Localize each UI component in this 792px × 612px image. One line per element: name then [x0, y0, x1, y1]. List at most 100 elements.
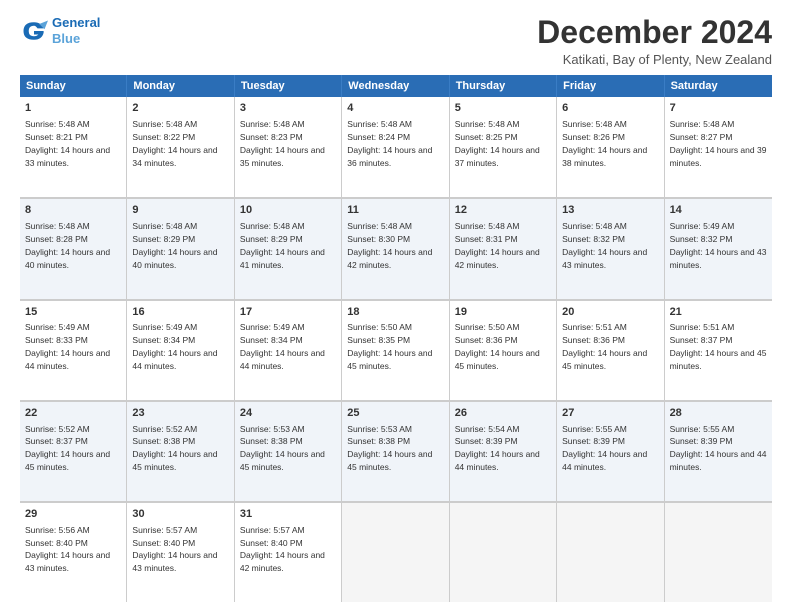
day-number: 10: [240, 203, 336, 218]
day-header-saturday: Saturday: [665, 75, 772, 97]
cell-text: Sunrise: 5:48 AMSunset: 8:28 PMDaylight:…: [25, 221, 110, 270]
cell-text: Sunrise: 5:48 AMSunset: 8:23 PMDaylight:…: [240, 119, 325, 168]
day-number: 1: [25, 101, 121, 116]
logo: General Blue: [20, 15, 100, 46]
calendar-cell: 1 Sunrise: 5:48 AMSunset: 8:21 PMDaylight…: [20, 97, 127, 197]
day-number: 25: [347, 406, 443, 421]
calendar-cell: 18Sunrise: 5:50 AMSunset: 8:35 PMDayligh…: [342, 300, 449, 400]
day-number: 8: [25, 203, 121, 218]
calendar-cell: 29 Sunrise: 5:56 AMSunset: 8:40 PMDayligh…: [20, 502, 127, 602]
calendar-cell: 30 Sunrise: 5:57 AMSunset: 8:40 PMDayligh…: [127, 502, 234, 602]
calendar-cell: 19 Sunrise: 5:50 AMSunset: 8:36 PMDayligh…: [450, 300, 557, 400]
calendar-cell: 20Sunrise: 5:51 AMSunset: 8:36 PMDayligh…: [557, 300, 664, 400]
cell-text: Sunrise: 5:48 AMSunset: 8:21 PMDaylight:…: [25, 119, 110, 168]
day-number: 3: [240, 101, 336, 116]
day-number: 14: [670, 203, 767, 218]
day-number: 23: [132, 406, 228, 421]
day-number: 12: [455, 203, 551, 218]
cell-text: Sunrise: 5:48 AMSunset: 8:27 PMDaylight:…: [670, 119, 767, 168]
calendar-week-5: 29 Sunrise: 5:56 AMSunset: 8:40 PMDayligh…: [20, 502, 772, 602]
calendar-cell: 14 Sunrise: 5:49 AMSunset: 8:32 PMDayligh…: [665, 198, 772, 298]
day-number: 13: [562, 203, 658, 218]
day-header-wednesday: Wednesday: [342, 75, 449, 97]
header: General Blue December 2024 Katikati, Bay…: [20, 15, 772, 67]
cell-text: Sunrise: 5:54 AMSunset: 8:39 PMDaylight:…: [455, 424, 540, 473]
calendar: SundayMondayTuesdayWednesdayThursdayFrid…: [20, 75, 772, 602]
day-number: 9: [132, 203, 228, 218]
cell-text: Sunrise: 5:57 AMSunset: 8:40 PMDaylight:…: [240, 525, 325, 574]
cell-text: Sunrise: 5:49 AMSunset: 8:34 PMDaylight:…: [240, 322, 325, 371]
calendar-cell: 27Sunrise: 5:55 AMSunset: 8:39 PMDayligh…: [557, 401, 664, 501]
day-header-friday: Friday: [557, 75, 664, 97]
calendar-cell: [665, 502, 772, 602]
cell-text: Sunrise: 5:56 AMSunset: 8:40 PMDaylight:…: [25, 525, 110, 574]
day-number: 21: [670, 305, 767, 320]
subtitle: Katikati, Bay of Plenty, New Zealand: [537, 52, 772, 67]
day-number: 7: [670, 101, 767, 116]
day-number: 26: [455, 406, 551, 421]
cell-text: Sunrise: 5:49 AMSunset: 8:32 PMDaylight:…: [670, 221, 767, 270]
cell-text: Sunrise: 5:48 AMSunset: 8:29 PMDaylight:…: [132, 221, 217, 270]
main-title: December 2024: [537, 15, 772, 50]
calendar-cell: 12 Sunrise: 5:48 AMSunset: 8:31 PMDayligh…: [450, 198, 557, 298]
day-number: 22: [25, 406, 121, 421]
day-header-thursday: Thursday: [450, 75, 557, 97]
logo-text: General Blue: [52, 15, 100, 46]
calendar-cell: 21Sunrise: 5:51 AMSunset: 8:37 PMDayligh…: [665, 300, 772, 400]
cell-text: Sunrise: 5:48 AMSunset: 8:32 PMDaylight:…: [562, 221, 647, 270]
calendar-cell: 10 Sunrise: 5:48 AMSunset: 8:29 PMDayligh…: [235, 198, 342, 298]
calendar-cell: 6Sunrise: 5:48 AMSunset: 8:26 PMDaylight…: [557, 97, 664, 197]
calendar-cell: 5 Sunrise: 5:48 AMSunset: 8:25 PMDaylight…: [450, 97, 557, 197]
cell-text: Sunrise: 5:48 AMSunset: 8:29 PMDaylight:…: [240, 221, 325, 270]
cell-text: Sunrise: 5:48 AMSunset: 8:26 PMDaylight:…: [562, 119, 647, 168]
cell-text: Sunrise: 5:52 AMSunset: 8:37 PMDaylight:…: [25, 424, 110, 473]
calendar-cell: 31 Sunrise: 5:57 AMSunset: 8:40 PMDayligh…: [235, 502, 342, 602]
calendar-cell: [450, 502, 557, 602]
calendar-cell: 17 Sunrise: 5:49 AMSunset: 8:34 PMDayligh…: [235, 300, 342, 400]
cell-text: Sunrise: 5:49 AMSunset: 8:34 PMDaylight:…: [132, 322, 217, 371]
cell-text: Sunrise: 5:48 AMSunset: 8:24 PMDaylight:…: [347, 119, 432, 168]
cell-text: Sunrise: 5:55 AMSunset: 8:39 PMDaylight:…: [670, 424, 767, 473]
calendar-cell: 3 Sunrise: 5:48 AMSunset: 8:23 PMDaylight…: [235, 97, 342, 197]
day-number: 29: [25, 507, 121, 522]
day-number: 28: [670, 406, 767, 421]
calendar-cell: [557, 502, 664, 602]
day-number: 17: [240, 305, 336, 320]
day-number: 15: [25, 305, 121, 320]
cell-text: Sunrise: 5:50 AMSunset: 8:36 PMDaylight:…: [455, 322, 540, 371]
cell-text: Sunrise: 5:50 AMSunset: 8:35 PMDaylight:…: [347, 322, 432, 371]
day-number: 30: [132, 507, 228, 522]
calendar-week-3: 15Sunrise: 5:49 AMSunset: 8:33 PMDayligh…: [20, 300, 772, 401]
calendar-cell: 2 Sunrise: 5:48 AMSunset: 8:22 PMDaylight…: [127, 97, 234, 197]
day-header-tuesday: Tuesday: [235, 75, 342, 97]
calendar-cell: 13 Sunrise: 5:48 AMSunset: 8:32 PMDayligh…: [557, 198, 664, 298]
calendar-week-4: 22 Sunrise: 5:52 AMSunset: 8:37 PMDayligh…: [20, 401, 772, 502]
day-number: 24: [240, 406, 336, 421]
cell-text: Sunrise: 5:57 AMSunset: 8:40 PMDaylight:…: [132, 525, 217, 574]
calendar-week-2: 8 Sunrise: 5:48 AMSunset: 8:28 PMDaylight…: [20, 198, 772, 299]
day-number: 4: [347, 101, 443, 116]
calendar-week-1: 1 Sunrise: 5:48 AMSunset: 8:21 PMDaylight…: [20, 97, 772, 198]
day-number: 31: [240, 507, 336, 522]
logo-icon: [20, 17, 48, 45]
day-number: 5: [455, 101, 551, 116]
cell-text: Sunrise: 5:48 AMSunset: 8:31 PMDaylight:…: [455, 221, 540, 270]
cell-text: Sunrise: 5:55 AMSunset: 8:39 PMDaylight:…: [562, 424, 647, 473]
day-number: 19: [455, 305, 551, 320]
calendar-cell: 26 Sunrise: 5:54 AMSunset: 8:39 PMDayligh…: [450, 401, 557, 501]
cell-text: Sunrise: 5:48 AMSunset: 8:22 PMDaylight:…: [132, 119, 217, 168]
calendar-cell: 23 Sunrise: 5:52 AMSunset: 8:38 PMDayligh…: [127, 401, 234, 501]
day-header-sunday: Sunday: [20, 75, 127, 97]
cell-text: Sunrise: 5:51 AMSunset: 8:36 PMDaylight:…: [562, 322, 647, 371]
calendar-body: 1 Sunrise: 5:48 AMSunset: 8:21 PMDaylight…: [20, 97, 772, 602]
calendar-cell: [342, 502, 449, 602]
day-number: 2: [132, 101, 228, 116]
calendar-cell: 25 Sunrise: 5:53 AMSunset: 8:38 PMDayligh…: [342, 401, 449, 501]
cell-text: Sunrise: 5:48 AMSunset: 8:25 PMDaylight:…: [455, 119, 540, 168]
cell-text: Sunrise: 5:53 AMSunset: 8:38 PMDaylight:…: [347, 424, 432, 473]
calendar-cell: 9 Sunrise: 5:48 AMSunset: 8:29 PMDaylight…: [127, 198, 234, 298]
calendar-cell: 24 Sunrise: 5:53 AMSunset: 8:38 PMDayligh…: [235, 401, 342, 501]
cell-text: Sunrise: 5:53 AMSunset: 8:38 PMDaylight:…: [240, 424, 325, 473]
cell-text: Sunrise: 5:52 AMSunset: 8:38 PMDaylight:…: [132, 424, 217, 473]
page: General Blue December 2024 Katikati, Bay…: [0, 0, 792, 612]
